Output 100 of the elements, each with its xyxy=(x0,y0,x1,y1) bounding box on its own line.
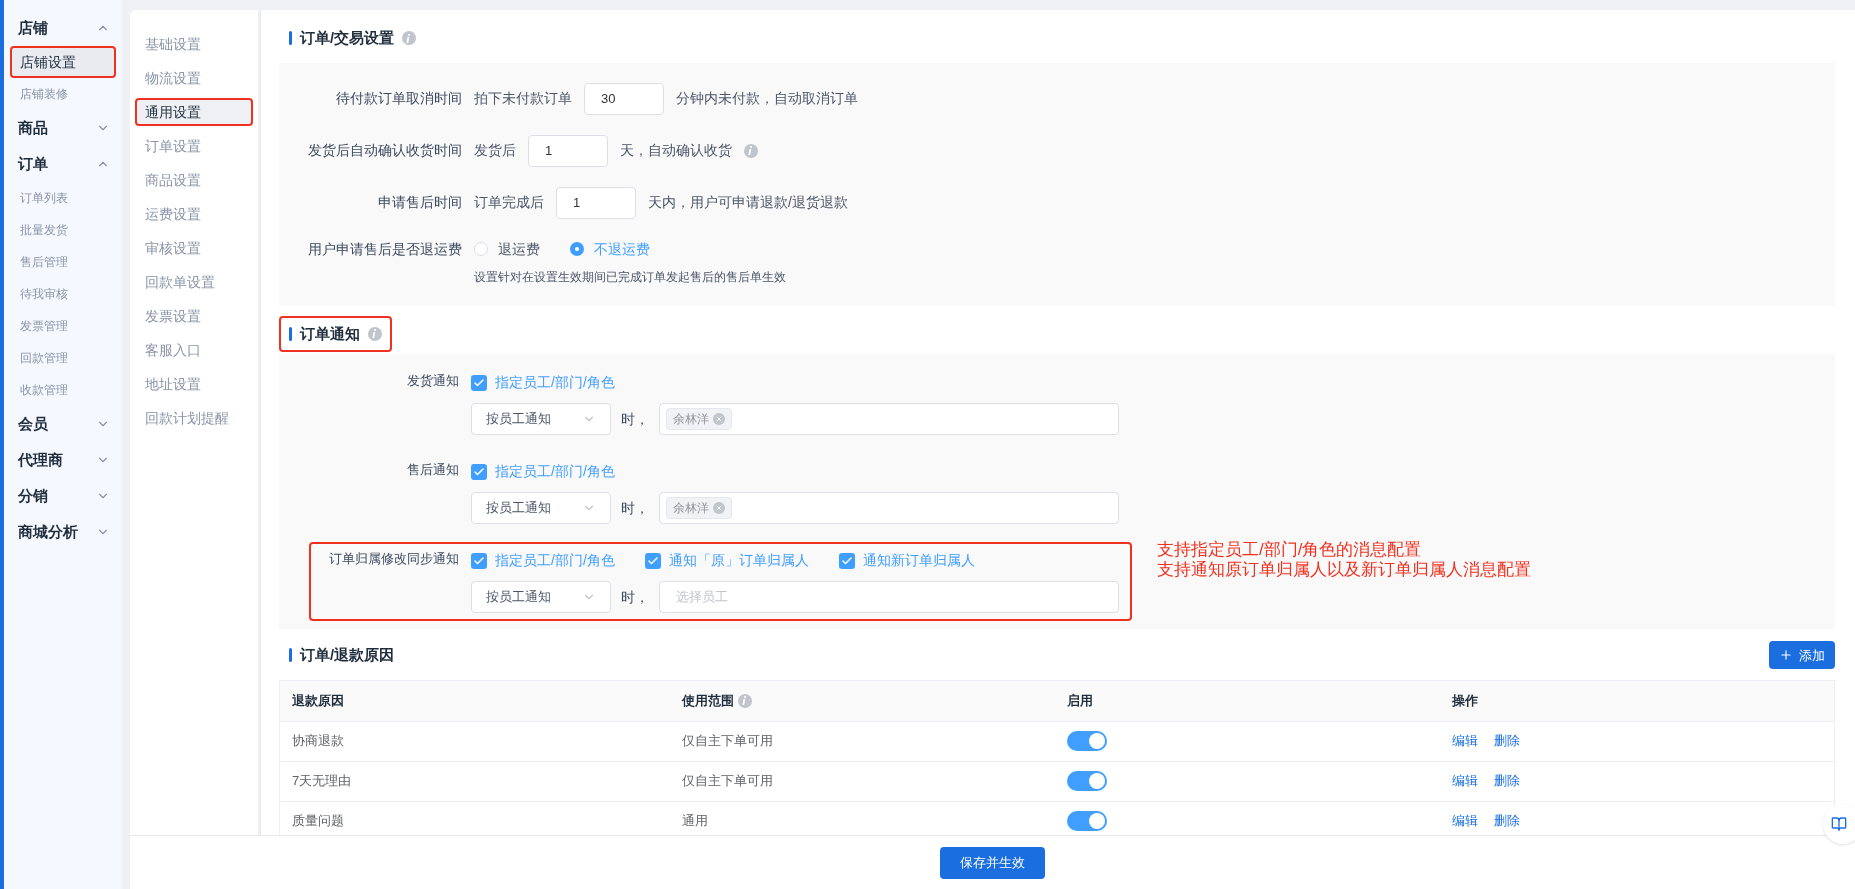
table-cell-text: 仅自主下单可用 xyxy=(681,772,774,791)
field-prefix: 订单完成后 xyxy=(474,193,544,212)
table-cell-text: 通用 xyxy=(681,812,709,831)
separator-text: 时， xyxy=(621,587,649,607)
sidebar-group[interactable]: 店铺 xyxy=(4,10,122,46)
field-label: 订单归属修改同步通知 xyxy=(328,550,459,568)
checkbox-label: 指定员工/部门/角色 xyxy=(495,462,615,481)
check-icon xyxy=(646,554,659,567)
check-icon xyxy=(473,554,485,567)
book-icon xyxy=(1831,816,1847,832)
toggle-switch[interactable] xyxy=(1067,811,1107,831)
sidebar-item[interactable]: 发票管理 xyxy=(10,310,116,342)
table-cell-text: 7天无理由 xyxy=(291,772,353,791)
field-suffix: 天内，用户可申请退款/退货退款 xyxy=(648,193,848,212)
close-icon[interactable] xyxy=(713,413,725,425)
sidebar-item[interactable]: 回款管理 xyxy=(10,342,116,374)
settings-nav-item[interactable]: 地址设置 xyxy=(135,370,253,398)
sidebar-item[interactable]: 订单列表 xyxy=(10,182,116,214)
checkbox[interactable] xyxy=(838,552,855,569)
field-label: 发货后自动确认收货时间 xyxy=(307,141,462,160)
settings-nav-item[interactable]: 订单设置 xyxy=(135,132,253,160)
sidebar-item[interactable]: 店铺设置 xyxy=(10,46,116,78)
annotation-text: 支持通知原订单归属人以及新订单归属人消息配置 xyxy=(1157,560,1531,580)
column-header: 退款原因 xyxy=(292,691,344,710)
toggle-switch[interactable] xyxy=(1067,731,1107,751)
checkbox[interactable] xyxy=(471,463,487,480)
column-header: 启用 xyxy=(1067,691,1093,710)
settings-nav-item[interactable]: 发票设置 xyxy=(135,302,253,330)
column-header: 使用范围 xyxy=(682,691,734,710)
checkbox[interactable] xyxy=(471,552,487,569)
settings-nav-item[interactable]: 物流设置 xyxy=(135,64,253,92)
radio-button[interactable] xyxy=(570,242,584,256)
sidebar-group[interactable]: 商城分析 xyxy=(4,514,122,550)
sidebar-group[interactable]: 订单 xyxy=(4,146,122,182)
sidebar-group[interactable]: 代理商 xyxy=(4,442,122,478)
action-link[interactable]: 编辑 xyxy=(1452,771,1478,791)
select-field[interactable]: 按员工通知 xyxy=(471,581,611,613)
section-title: 订单/交易设置 xyxy=(300,28,395,48)
column-header: 操作 xyxy=(1452,691,1478,710)
settings-nav-item[interactable]: 基础设置 xyxy=(135,30,253,58)
check-icon xyxy=(473,465,485,478)
settings-nav-item[interactable]: 回款计划提醒 xyxy=(135,404,253,432)
field-prefix: 发货后 xyxy=(474,141,516,160)
radio-label: 退运费 xyxy=(498,239,540,259)
action-link[interactable]: 删除 xyxy=(1494,811,1520,831)
settings-nav-item[interactable]: 回款单设置 xyxy=(135,268,253,296)
note-text: 设置针对在设置生效期间已完成订单发起售后的售后单生效 xyxy=(474,268,786,286)
settings-nav-item[interactable]: 审核设置 xyxy=(135,234,253,262)
checkbox[interactable] xyxy=(471,374,487,391)
field-label: 发货通知 xyxy=(406,372,459,390)
employee-input[interactable]: 选择员工 xyxy=(666,587,1112,607)
sidebar-group[interactable]: 分销 xyxy=(4,478,122,514)
field-label: 待付款订单取消时间 xyxy=(335,89,462,108)
number-field[interactable]: 1 xyxy=(556,186,636,219)
field-label: 申请售后时间 xyxy=(377,193,462,212)
sidebar-item[interactable]: 售后管理 xyxy=(10,246,116,278)
action-link[interactable]: 编辑 xyxy=(1452,731,1478,751)
select-field[interactable]: 按员工通知 xyxy=(471,492,611,524)
toggle-switch[interactable] xyxy=(1067,771,1107,791)
number-field[interactable]: 1 xyxy=(528,134,608,167)
action-link[interactable]: 删除 xyxy=(1494,731,1520,751)
sidebar-item[interactable]: 批量发货 xyxy=(10,214,116,246)
sidebar-item[interactable]: 收款管理 xyxy=(10,374,116,406)
field-prefix: 拍下未付款订单 xyxy=(474,89,572,108)
radio-label: 不退运费 xyxy=(594,239,650,259)
sidebar-item[interactable]: 店铺装修 xyxy=(10,78,116,110)
settings-nav-item[interactable]: 客服入口 xyxy=(135,336,253,364)
checkbox-label: 指定员工/部门/角色 xyxy=(495,551,615,570)
radio-button[interactable] xyxy=(474,242,488,256)
employee-tag: 余林洋 xyxy=(666,408,732,430)
employee-field[interactable]: 余林洋 xyxy=(659,403,1119,435)
action-link[interactable]: 删除 xyxy=(1494,771,1520,791)
settings-nav-item[interactable]: 运费设置 xyxy=(135,200,253,228)
sidebar-group[interactable]: 商品 xyxy=(4,110,122,146)
sidebar-group[interactable]: 会员 xyxy=(4,406,122,442)
settings-nav-item[interactable]: 通用设置 xyxy=(135,98,253,126)
select-field[interactable]: 按员工通知 xyxy=(471,403,611,435)
checkbox-label: 指定员工/部门/角色 xyxy=(495,373,615,392)
check-icon xyxy=(840,554,853,567)
add-button[interactable]: 添加 xyxy=(1769,641,1835,670)
separator-text: 时， xyxy=(621,409,649,429)
field-label: 售后通知 xyxy=(406,461,459,479)
save-button[interactable]: 保存并生效 xyxy=(940,846,1045,879)
separator-text: 时， xyxy=(621,498,649,518)
employee-field[interactable]: 余林洋 xyxy=(659,492,1119,524)
table-cell-text: 协商退款 xyxy=(291,732,345,751)
checkbox-label: 通知「原」订单归属人 xyxy=(668,551,809,570)
checkbox-label: 通知新订单归属人 xyxy=(862,551,975,570)
section-title: 订单/退款原因 xyxy=(300,645,395,665)
settings-nav-item[interactable]: 商品设置 xyxy=(135,166,253,194)
field-suffix: 天，自动确认收货 xyxy=(620,141,732,160)
checkbox[interactable] xyxy=(644,552,661,569)
sidebar-item[interactable]: 待我审核 xyxy=(10,278,116,310)
action-link[interactable]: 编辑 xyxy=(1452,811,1478,831)
table-cell-text: 质量问题 xyxy=(291,812,345,831)
employee-field[interactable]: 选择员工 xyxy=(659,581,1119,613)
number-field[interactable]: 30 xyxy=(584,82,664,115)
field-suffix: 分钟内未付款，自动取消订单 xyxy=(676,89,858,108)
table-cell-text: 仅自主下单可用 xyxy=(681,732,774,751)
close-icon[interactable] xyxy=(713,502,725,514)
